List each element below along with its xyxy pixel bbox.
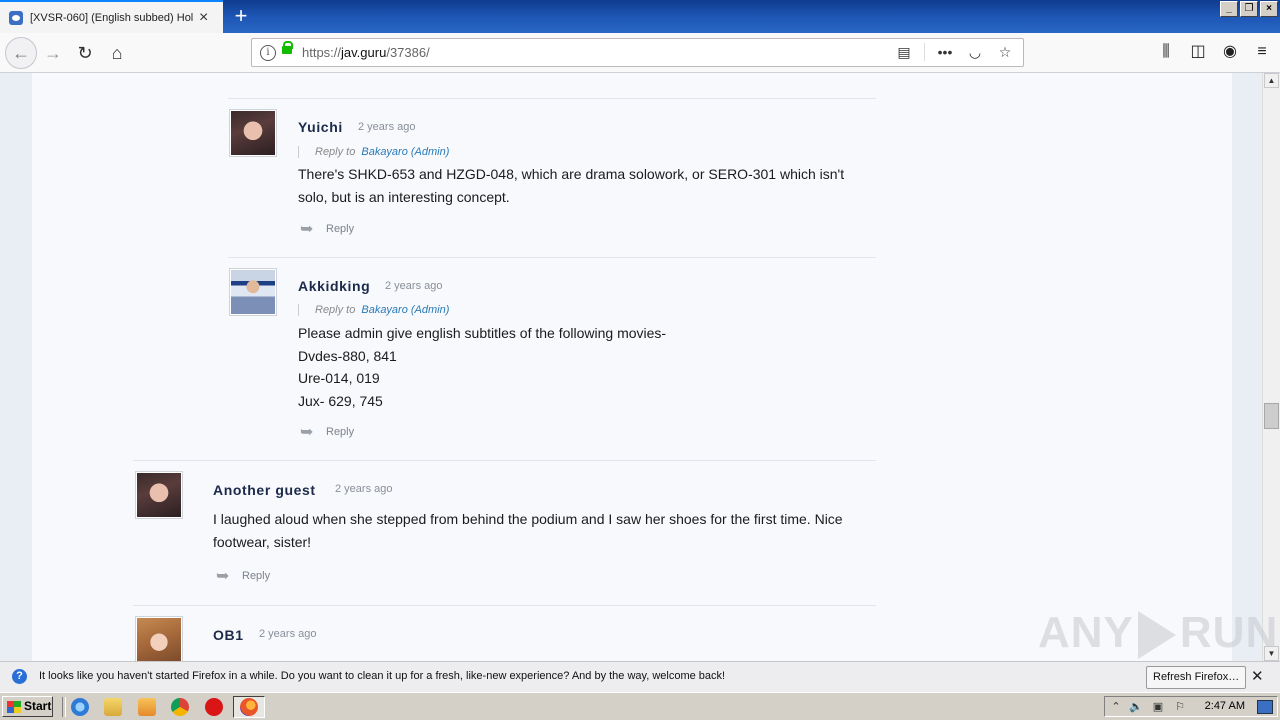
divider (228, 98, 876, 99)
page-viewport: Yuichi 2 years ago Reply to Bakayaro (Adm… (0, 73, 1262, 661)
reply-arrow-icon: ➥ (300, 424, 314, 441)
sidebar-icon[interactable]: ◫ (1188, 41, 1208, 63)
restore-button[interactable]: ❐ (1240, 1, 1258, 17)
refresh-firefox-button[interactable]: Refresh Firefox… (1146, 666, 1247, 689)
minimize-button[interactable]: _ (1220, 1, 1238, 17)
internet-explorer-icon[interactable] (71, 698, 89, 716)
clock[interactable]: 2:47 AM (1205, 700, 1245, 712)
start-button[interactable]: Start (2, 696, 53, 717)
new-tab-button[interactable]: + (229, 3, 253, 29)
firefox-icon (240, 698, 258, 716)
flag-icon[interactable]: ⚐ (1173, 700, 1187, 714)
reply-to: Reply to Bakayaro (Admin) (298, 304, 449, 316)
site-info-icon[interactable]: i (260, 45, 276, 61)
comment-author[interactable]: Yuichi (298, 119, 343, 135)
question-icon: ? (12, 669, 27, 684)
browser-tab[interactable]: [XVSR-060] (English subbed) Holy × (0, 0, 223, 33)
tab-title: [XVSR-060] (English subbed) Holy (30, 11, 193, 24)
address-bar[interactable]: i https://jav.guru/37386/ ▤ ••• ◡ ☆ (251, 38, 1024, 67)
reader-view-icon[interactable]: ▤ (894, 42, 914, 62)
home-button[interactable]: ⌂ (105, 41, 129, 65)
page-actions-icon[interactable]: ••• (935, 42, 955, 62)
divider (924, 43, 925, 61)
firefox-taskbar-button[interactable] (233, 696, 265, 718)
divider (228, 257, 876, 258)
nav-toolbar: ← → ↻ ⌂ i https://jav.guru/37386/ ▤ ••• … (0, 33, 1280, 73)
system-tray: ⌃ 🔈 ▣ ⚐ 2:47 AM (1104, 696, 1278, 717)
window-close-button[interactable]: × (1260, 1, 1278, 17)
notification-text: It looks like you haven't started Firefo… (39, 670, 726, 682)
taskbar: Start ⌃ 🔈 ▣ ⚐ 2:47 AM (0, 692, 1280, 720)
volume-icon[interactable]: 🔈 (1129, 700, 1143, 714)
media-player-icon[interactable] (138, 698, 156, 716)
avatar (135, 471, 183, 519)
reload-button[interactable]: ↻ (73, 41, 97, 65)
opera-icon[interactable] (205, 698, 223, 716)
notification-close-icon[interactable]: ✕ (1251, 667, 1264, 685)
comment-time[interactable]: 2 years ago (335, 483, 392, 495)
play-logo-icon (1137, 611, 1176, 660)
forward-button[interactable]: → (41, 41, 65, 65)
reply-link[interactable]: ➥ Reply (300, 219, 354, 239)
tab-close-icon[interactable]: × (199, 9, 208, 26)
menu-icon[interactable]: ≡ (1252, 41, 1272, 63)
comment-author[interactable]: Another guest (213, 482, 316, 498)
avatar (229, 109, 277, 157)
chrome-icon[interactable] (171, 698, 189, 716)
comment-time[interactable]: 2 years ago (358, 121, 415, 133)
comment-author[interactable]: OB1 (213, 627, 244, 643)
reply-to: Reply to Bakayaro (Admin) (298, 146, 449, 158)
comment-author[interactable]: Akkidking (298, 278, 370, 294)
divider (62, 697, 66, 717)
title-bar: [XVSR-060] (English subbed) Holy × + _ ❐… (0, 0, 1280, 33)
reply-to-link[interactable]: Bakayaro (Admin) (361, 304, 449, 316)
explorer-folder-icon[interactable] (104, 698, 122, 716)
account-icon[interactable]: ◉ (1220, 41, 1240, 63)
comment-body: There's SHKD-653 and HZGD-048, which are… (298, 166, 845, 205)
scroll-thumb[interactable] (1264, 403, 1279, 429)
avatar (229, 268, 277, 316)
reply-arrow-icon: ➥ (300, 221, 314, 238)
window-controls: _ ❐ × (1220, 1, 1278, 17)
reply-arrow-icon: ➥ (216, 568, 230, 585)
windows-logo-icon (7, 700, 21, 713)
reply-link[interactable]: ➥ Reply (216, 566, 270, 586)
bookmark-star-icon[interactable]: ☆ (995, 42, 1015, 62)
divider (133, 605, 876, 606)
library-icon[interactable]: ⫼ (1156, 41, 1176, 63)
network-icon[interactable]: ▣ (1151, 700, 1165, 714)
site-favicon-icon (9, 10, 23, 25)
comment-body: I laughed aloud when she stepped from be… (213, 511, 843, 550)
toolbar-right: ⫼ ◫ ◉ ≡ (1156, 41, 1272, 63)
reply-link[interactable]: ➥ Reply (300, 422, 354, 442)
avatar (135, 616, 183, 661)
scroll-up-icon[interactable]: ▲ (1264, 73, 1279, 88)
comment-body: Please admin give english subtitles of t… (298, 325, 667, 409)
tray-expand-icon[interactable]: ⌃ (1109, 700, 1123, 714)
divider (133, 460, 876, 461)
url-actions: ▤ ••• ◡ ☆ (894, 42, 1015, 62)
show-desktop-icon[interactable] (1257, 700, 1273, 714)
url-text[interactable]: https://jav.guru/37386/ (302, 45, 430, 60)
back-button[interactable]: ← (5, 37, 37, 69)
comment-time[interactable]: 2 years ago (259, 628, 316, 640)
anyrun-watermark: ANY RUN (1038, 608, 1278, 660)
pocket-icon[interactable]: ◡ (965, 42, 985, 62)
comment-time[interactable]: 2 years ago (385, 280, 442, 292)
reply-to-link[interactable]: Bakayaro (Admin) (361, 146, 449, 158)
secure-lock-icon[interactable] (282, 41, 293, 54)
notification-bar: ? It looks like you haven't started Fire… (0, 661, 1280, 692)
page-scrollbar[interactable]: ▲ ▼ (1262, 73, 1280, 661)
